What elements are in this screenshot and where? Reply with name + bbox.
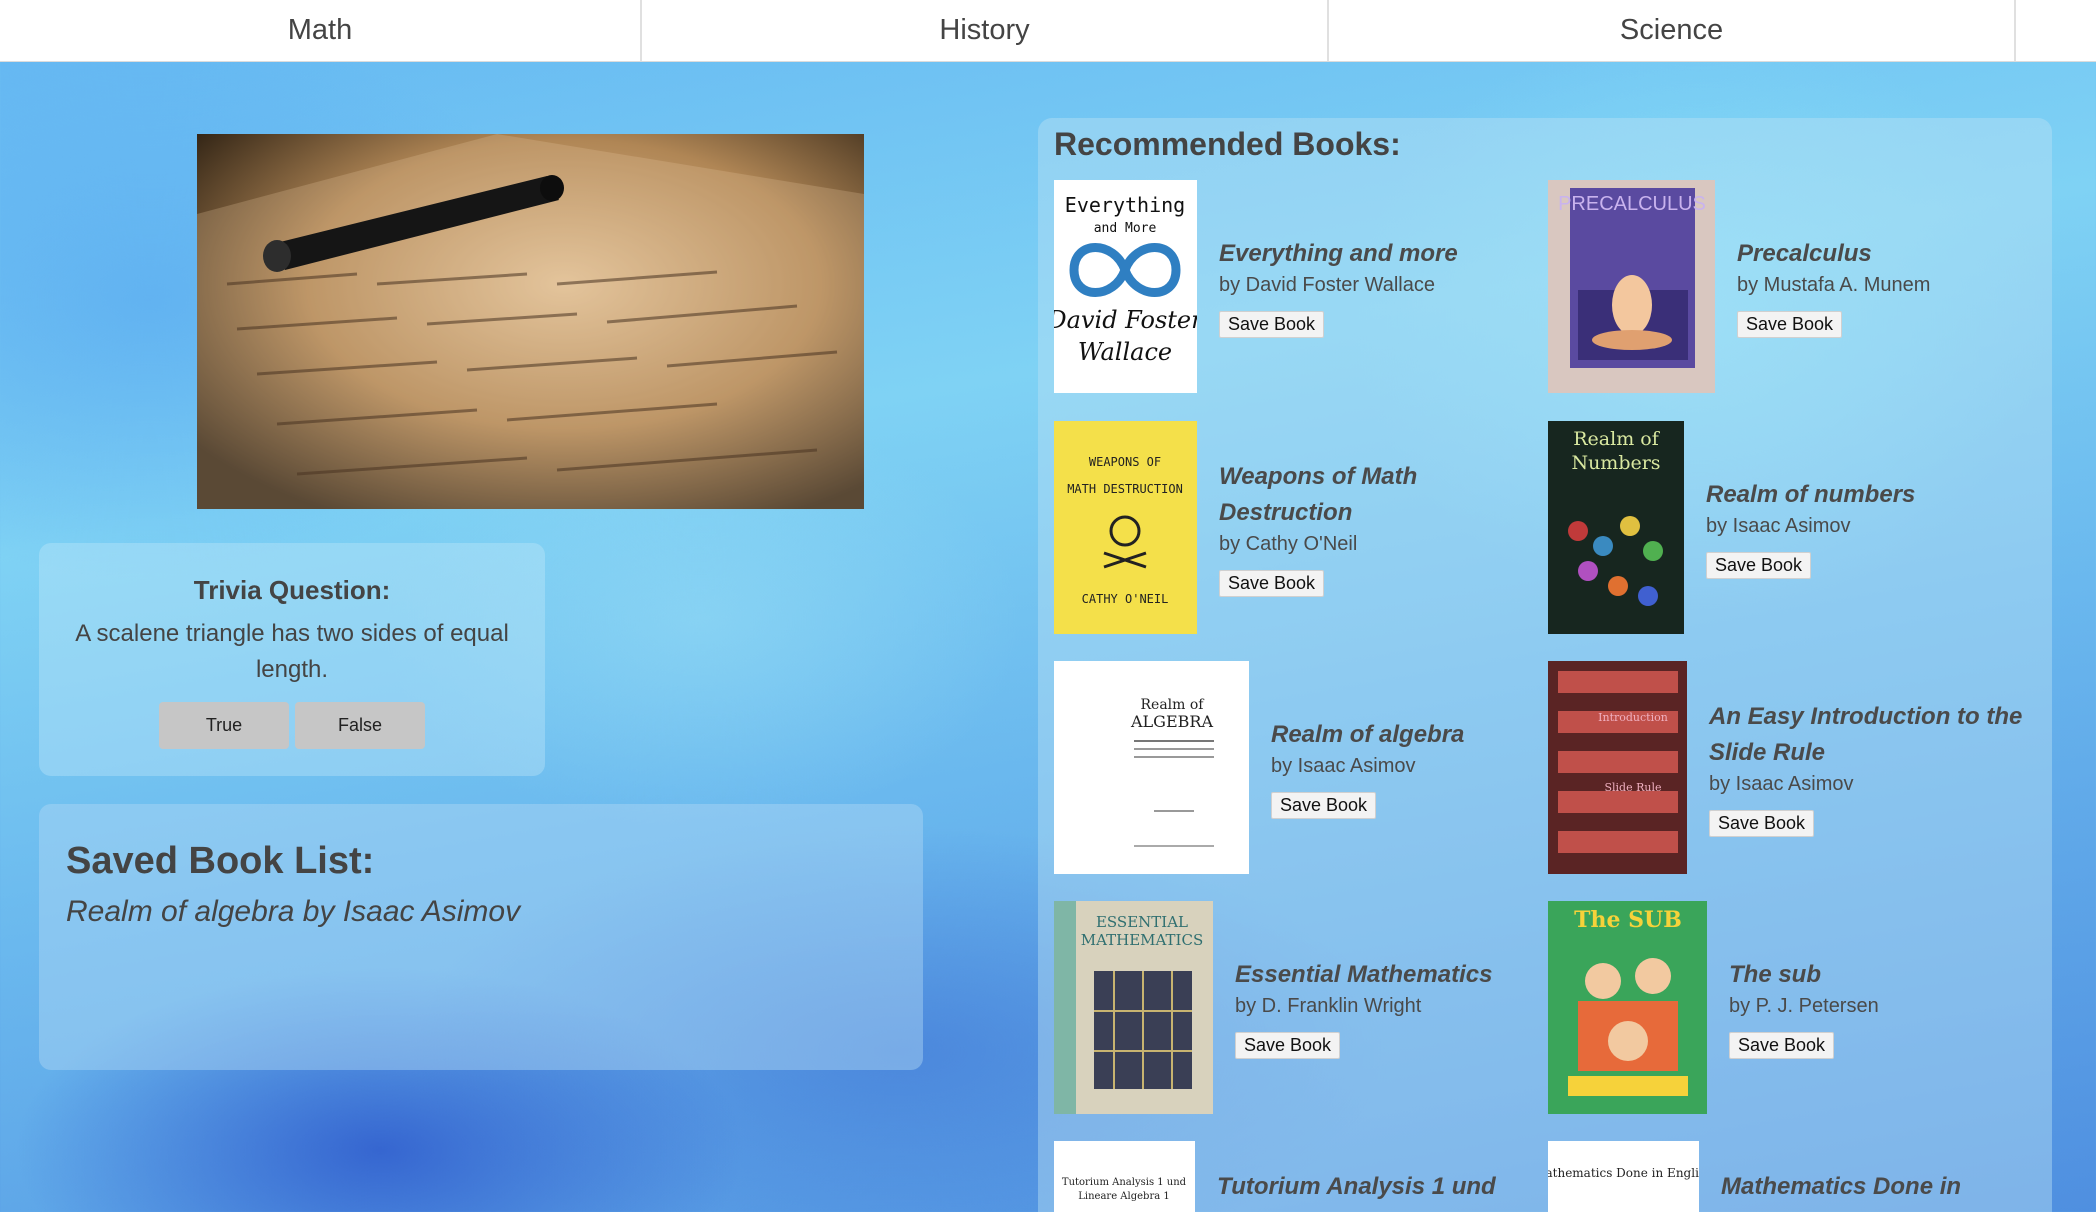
svg-text:ESSENTIAL: ESSENTIAL <box>1096 913 1188 931</box>
svg-text:Numbers: Numbers <box>1571 452 1660 474</box>
svg-text:Wallace: Wallace <box>1078 338 1172 366</box>
saved-book-list: Saved Book List: Realm of algebra by Isa… <box>39 804 923 1070</box>
save-book-button[interactable]: Save Book <box>1706 551 1812 579</box>
svg-text:The SUB: The SUB <box>1574 907 1682 933</box>
book-card: Mathematics Done in English Mathematics … <box>1548 1141 1961 1212</box>
book-card: Introduction Slide Rule An Easy Introduc… <box>1548 661 2039 874</box>
book-author: by Isaac Asimov <box>1706 514 1851 537</box>
book-title: An Easy Introduction to the Slide Rule <box>1709 702 2023 766</box>
book-card: Everything and More David Foster Wallace… <box>1054 180 1458 393</box>
tab-extra[interactable] <box>2016 0 2060 61</box>
book-title: Realm of numbers <box>1706 480 1916 508</box>
book-cover: Mathematics Done in English <box>1548 1141 1699 1212</box>
book-card: WEAPONS OF MATH DESTRUCTION CATHY O'NEIL… <box>1054 421 1479 634</box>
hero-image <box>197 134 864 509</box>
trivia-question: A scalene triangle has two sides of equa… <box>75 620 509 683</box>
book-cover: ESSENTIAL MATHEMATICS <box>1054 901 1213 1114</box>
svg-text:CATHY O'NEIL: CATHY O'NEIL <box>1082 592 1169 606</box>
save-book-button[interactable]: Save Book <box>1729 1031 1835 1059</box>
book-info: Realm of numbers by Isaac Asimov Save Bo… <box>1706 477 1915 579</box>
save-book-button[interactable]: Save Book <box>1709 809 1815 837</box>
tab-history[interactable]: History <box>642 0 1329 61</box>
svg-text:Introduction: Introduction <box>1598 711 1668 724</box>
svg-text:David Foster: David Foster <box>1054 306 1197 334</box>
trivia-answer-buttons: True False <box>39 702 545 749</box>
book-card: Realm of ALGEBRA Realm of algebra by Isa… <box>1054 661 1464 874</box>
book-info: Weapons of Math Destruction by Cathy O'N… <box>1219 459 1479 597</box>
book-info: Precalculus by Mustafa A. Munem Save Boo… <box>1737 236 1930 338</box>
book-info: Essential Mathematics by D. Franklin Wri… <box>1235 957 1492 1059</box>
book-author: by Mustafa A. Munem <box>1737 273 1931 296</box>
save-book-button[interactable]: Save Book <box>1235 1031 1341 1059</box>
book-author: by Isaac Asimov <box>1709 772 1854 795</box>
svg-text:ALGEBRA: ALGEBRA <box>1130 712 1213 731</box>
book-author: by P. J. Petersen <box>1729 994 1879 1017</box>
book-author: by David Foster Wallace <box>1219 273 1435 296</box>
book-info: Everything and more by David Foster Wall… <box>1219 236 1458 338</box>
true-button[interactable]: True <box>159 702 289 749</box>
book-title: The sub <box>1729 960 1822 988</box>
book-info: Realm of algebra by Isaac Asimov Save Bo… <box>1271 717 1464 819</box>
svg-text:MATH DESTRUCTION: MATH DESTRUCTION <box>1067 482 1183 496</box>
save-book-button[interactable]: Save Book <box>1219 310 1325 338</box>
trivia-title: Trivia Question: <box>193 575 391 605</box>
book-title: Everything and more <box>1219 239 1458 267</box>
book-card: PRECALCULUS Precalculus by Mustafa A. Mu… <box>1548 180 1930 393</box>
saved-list-title: Saved Book List: <box>66 840 375 882</box>
false-button[interactable]: False <box>295 702 425 749</box>
book-card: ESSENTIAL MATHEMATICS Essential Mathemat… <box>1054 901 1492 1114</box>
book-author: by Cathy O'Neil <box>1219 532 1358 555</box>
book-card: The SUB The sub by P. J. Petersen Save B… <box>1548 901 1879 1114</box>
pen-on-paper-illustration <box>197 134 864 509</box>
book-title: Mathematics Done in <box>1721 1173 1962 1200</box>
book-title: Realm of algebra <box>1271 720 1465 748</box>
book-cover: Tutorium Analysis 1 und Lineare Algebra … <box>1054 1141 1195 1212</box>
book-cover: WEAPONS OF MATH DESTRUCTION CATHY O'NEIL <box>1054 421 1197 634</box>
book-author: by D. Franklin Wright <box>1235 994 1422 1017</box>
top-nav: Math History Science <box>0 0 2096 62</box>
svg-text:Realm of: Realm of <box>1141 697 1206 713</box>
book-cover: Realm of Numbers <box>1548 421 1684 634</box>
book-info: Mathematics Done in <box>1721 1169 1961 1205</box>
recommended-books-panel: Recommended Books: Everything and More D… <box>1038 118 2052 1212</box>
svg-text:WEAPONS OF: WEAPONS OF <box>1089 455 1161 469</box>
book-info: The sub by P. J. Petersen Save Book <box>1729 957 1879 1059</box>
book-cover: The SUB <box>1548 901 1707 1114</box>
book-cover: Realm of ALGEBRA <box>1054 661 1249 874</box>
svg-text:Mathematics Done in English: Mathematics Done in English <box>1548 1166 1699 1180</box>
book-author: by Isaac Asimov <box>1271 754 1416 777</box>
book-info: Tutorium Analysis 1 und <box>1217 1169 1496 1205</box>
tab-science[interactable]: Science <box>1329 0 2016 61</box>
svg-text:Tutorium Analysis 1 und: Tutorium Analysis 1 und <box>1062 1177 1187 1188</box>
save-book-button[interactable]: Save Book <box>1219 569 1325 597</box>
svg-text:MATHEMATICS: MATHEMATICS <box>1081 931 1203 949</box>
svg-text:and More: and More <box>1094 221 1157 236</box>
book-cover: Introduction Slide Rule <box>1548 661 1687 874</box>
svg-text:Everything: Everything <box>1065 193 1185 217</box>
tab-math[interactable]: Math <box>0 0 642 61</box>
trivia-card: Trivia Question: A scalene triangle has … <box>39 543 545 776</box>
book-cover: PRECALCULUS <box>1548 180 1715 393</box>
book-info: An Easy Introduction to the Slide Rule b… <box>1709 699 2039 837</box>
book-title: Tutorium Analysis 1 und <box>1217 1173 1496 1200</box>
saved-list-item: Realm of algebra by Isaac Asimov <box>66 895 521 928</box>
book-cover: Everything and More David Foster Wallace <box>1054 180 1197 393</box>
svg-text:Realm of: Realm of <box>1573 428 1660 450</box>
svg-text:PRECALCULUS: PRECALCULUS <box>1558 193 1706 215</box>
svg-text:Lineare Algebra 1: Lineare Algebra 1 <box>1078 1191 1169 1202</box>
book-card: Realm of Numbers Realm of numbers by Isa… <box>1548 421 1915 634</box>
book-card: Tutorium Analysis 1 und Lineare Algebra … <box>1054 1141 1496 1212</box>
save-book-button[interactable]: Save Book <box>1737 310 1843 338</box>
recommended-books-title: Recommended Books: <box>1054 126 1401 162</box>
svg-text:Slide Rule: Slide Rule <box>1604 781 1661 794</box>
book-title: Precalculus <box>1737 239 1872 267</box>
book-title: Essential Mathematics <box>1235 960 1493 988</box>
book-title: Weapons of Math Destruction <box>1219 462 1418 526</box>
save-book-button[interactable]: Save Book <box>1271 791 1377 819</box>
